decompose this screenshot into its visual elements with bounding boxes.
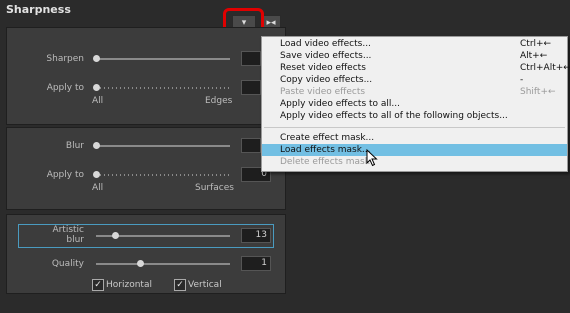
menu-item-label: Delete effects mask [280, 157, 370, 167]
menu-item-reset-video-effects[interactable]: Reset video effects Ctrl+Alt+← [262, 62, 570, 74]
artistic-blur-label-line1: Artistic [52, 225, 84, 235]
sharpen-panel [6, 27, 286, 125]
artistic-blur-value[interactable]: 13 [241, 228, 271, 243]
menu-item-load-video-effects[interactable]: Load video effects... Ctrl+← [262, 38, 567, 50]
blur-slider[interactable] [96, 145, 230, 147]
blur-label: Blur [65, 141, 84, 151]
apply-to-slider[interactable] [96, 87, 230, 89]
sharpen-slider-handle[interactable] [93, 55, 100, 62]
horizontal-label: Horizontal [106, 280, 152, 290]
menu-item-load-effects-mask[interactable]: Load effects mask... [262, 144, 567, 156]
sharpen-label: Sharpen [46, 54, 84, 64]
mouse-cursor-icon [366, 149, 378, 167]
menu-item-label: Apply video effects to all... [280, 99, 401, 109]
artistic-blur-slider-handle[interactable] [112, 232, 119, 239]
menu-item-label: Load video effects... [280, 39, 371, 49]
apply-to-max-label: Edges [205, 96, 233, 106]
apply-to-2-slider-handle[interactable] [93, 171, 100, 178]
apply-to-2-label: Apply to [46, 170, 84, 180]
menu-item-shortcut: - [520, 75, 524, 85]
artistic-blur-label: Artistic blur [20, 225, 84, 245]
menu-item-label: Reset video effects [280, 63, 366, 73]
apply-to-2-max-label: Surfaces [195, 183, 234, 193]
menu-item-shortcut: Alt+← [520, 51, 548, 61]
menu-item-copy-video-effects[interactable]: Copy video effects... - [262, 74, 567, 86]
apply-to-2-min-label: All [92, 183, 104, 193]
artistic-blur-label-line2: blur [66, 235, 84, 245]
menu-item-apply-video-effects-to-all[interactable]: Apply video effects to all... [262, 98, 567, 110]
vertical-checkbox[interactable]: ✓ [174, 279, 186, 291]
quality-slider-handle[interactable] [137, 260, 144, 267]
menu-item-label: Paste video effects [280, 87, 366, 97]
menu-item-label: Save video effects... [280, 51, 372, 61]
menu-item-save-video-effects[interactable]: Save video effects... Alt+← [262, 50, 567, 62]
horizontal-checkbox[interactable]: ✓ [92, 279, 104, 291]
apply-to-2-slider[interactable] [96, 174, 230, 176]
panel-title: Sharpness [6, 3, 71, 16]
blur-value[interactable] [241, 138, 261, 153]
menu-item-paste-video-effects: Paste video effects Shift+← [262, 86, 567, 98]
menu-item-create-effect-mask[interactable]: Create effect mask... [262, 132, 567, 144]
menu-item-label: Load effects mask... [280, 145, 371, 155]
sharpen-value[interactable] [241, 51, 261, 66]
menu-item-delete-effects-mask: Delete effects mask [262, 156, 567, 168]
menu-item-shortcut: Ctrl+Alt+← [520, 63, 570, 73]
menu-item-apply-video-effects-to-following[interactable]: Apply video effects to all of the follow… [262, 110, 567, 122]
quality-label: Quality [51, 259, 84, 269]
apply-to-label: Apply to [46, 83, 84, 93]
vertical-label: Vertical [188, 280, 222, 290]
apply-to-min-label: All [92, 96, 104, 106]
menu-separator [264, 127, 565, 128]
menu-item-label: Create effect mask... [280, 133, 375, 143]
menu-item-label: Apply video effects to all of the follow… [280, 111, 508, 121]
quality-slider[interactable] [96, 263, 230, 265]
menu-item-shortcut: Shift+← [520, 87, 556, 97]
menu-item-label: Copy video effects... [280, 75, 373, 85]
apply-to-value[interactable] [241, 80, 261, 95]
menu-item-shortcut: Ctrl+← [520, 39, 552, 49]
quality-value[interactable]: 1 [241, 256, 271, 271]
apply-to-slider-handle[interactable] [93, 84, 100, 91]
effects-context-menu: Load video effects... Ctrl+← Save video e… [261, 36, 570, 172]
blur-slider-handle[interactable] [93, 142, 100, 149]
sharpen-slider[interactable] [96, 58, 230, 60]
